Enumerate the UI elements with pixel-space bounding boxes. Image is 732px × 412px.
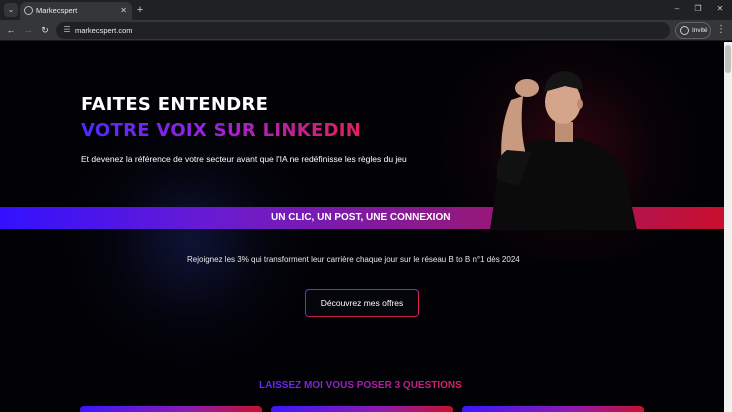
window-close-button[interactable]: ✕: [714, 3, 726, 15]
forward-button[interactable]: →: [22, 24, 34, 36]
plus-icon: +: [136, 4, 144, 16]
kebab-icon: ⋮: [716, 24, 726, 35]
back-button[interactable]: ←: [5, 24, 17, 36]
url-text[interactable]: markecspert.com: [75, 25, 133, 36]
person-icon: [680, 26, 689, 35]
globe-icon: [24, 6, 33, 15]
tab-close-button[interactable]: ✕: [120, 5, 127, 17]
browser-menu-button[interactable]: ⋮: [716, 24, 726, 36]
close-icon: ✕: [716, 4, 724, 13]
questions-heading: LAISSEZ MOI VOUS POSER 3 QUESTIONS: [259, 380, 462, 391]
restore-button[interactable]: ❐: [692, 3, 704, 15]
close-icon: ✕: [120, 6, 127, 15]
page-scrollbar[interactable]: [724, 42, 732, 412]
new-tab-button[interactable]: +: [135, 3, 145, 17]
tune-icon: ☰: [63, 25, 71, 34]
hero-portrait-image: [490, 71, 637, 230]
scrollbar-thumb[interactable]: [725, 45, 731, 73]
reload-icon: ↻: [41, 25, 49, 35]
question-card[interactable]: [462, 406, 644, 412]
banner-text: UN CLIC, UN POST, UNE CONNEXION: [271, 212, 451, 223]
arrow-left-icon: ←: [6, 25, 16, 35]
profile-button[interactable]: Invité: [675, 22, 711, 39]
portrait-neck: [555, 122, 573, 142]
profile-label: Invité: [692, 27, 708, 34]
portrait-ear: [577, 99, 583, 109]
browser-toolbar: ← → ↻ ☰ markecspert.com Invité ⋮: [0, 20, 732, 41]
question-card[interactable]: [80, 406, 262, 412]
browser-tab[interactable]: Markecspert ✕: [20, 2, 132, 20]
minimize-button[interactable]: –: [671, 3, 683, 15]
question-card[interactable]: [271, 406, 453, 412]
tab-search-button[interactable]: ⌄: [4, 3, 18, 17]
hero-subtitle: Et devenez la référence de votre secteur…: [81, 154, 407, 164]
address-bar[interactable]: ☰ markecspert.com: [56, 22, 670, 39]
cta-label: Découvrez mes offres: [320, 298, 404, 308]
portrait-hand: [515, 79, 539, 97]
tab-title: Markecspert: [36, 6, 78, 15]
minimize-icon: –: [674, 4, 680, 13]
hero-title-line-1: FAITES ENTENDRE: [81, 94, 269, 115]
tab-bar: ⌄ Markecspert ✕ + – ❐ ✕: [0, 0, 732, 20]
chevron-down-icon: ⌄: [7, 5, 15, 14]
blue-glow-decoration: [70, 112, 310, 372]
join-text: Rejoignez les 3% qui transforment leur c…: [187, 255, 520, 264]
arrow-right-icon: →: [23, 25, 33, 35]
restore-icon: ❐: [694, 4, 702, 13]
site-info-button[interactable]: ☰: [62, 25, 72, 35]
reload-button[interactable]: ↻: [39, 24, 51, 36]
discover-offers-button[interactable]: Découvrez mes offres: [305, 289, 419, 317]
page-viewport: FAITES ENTENDRE VOTRE VOIX SUR LINKEDIN …: [0, 42, 724, 412]
hero-title-line-2: VOTRE VOIX SUR LINKEDIN: [81, 120, 362, 141]
